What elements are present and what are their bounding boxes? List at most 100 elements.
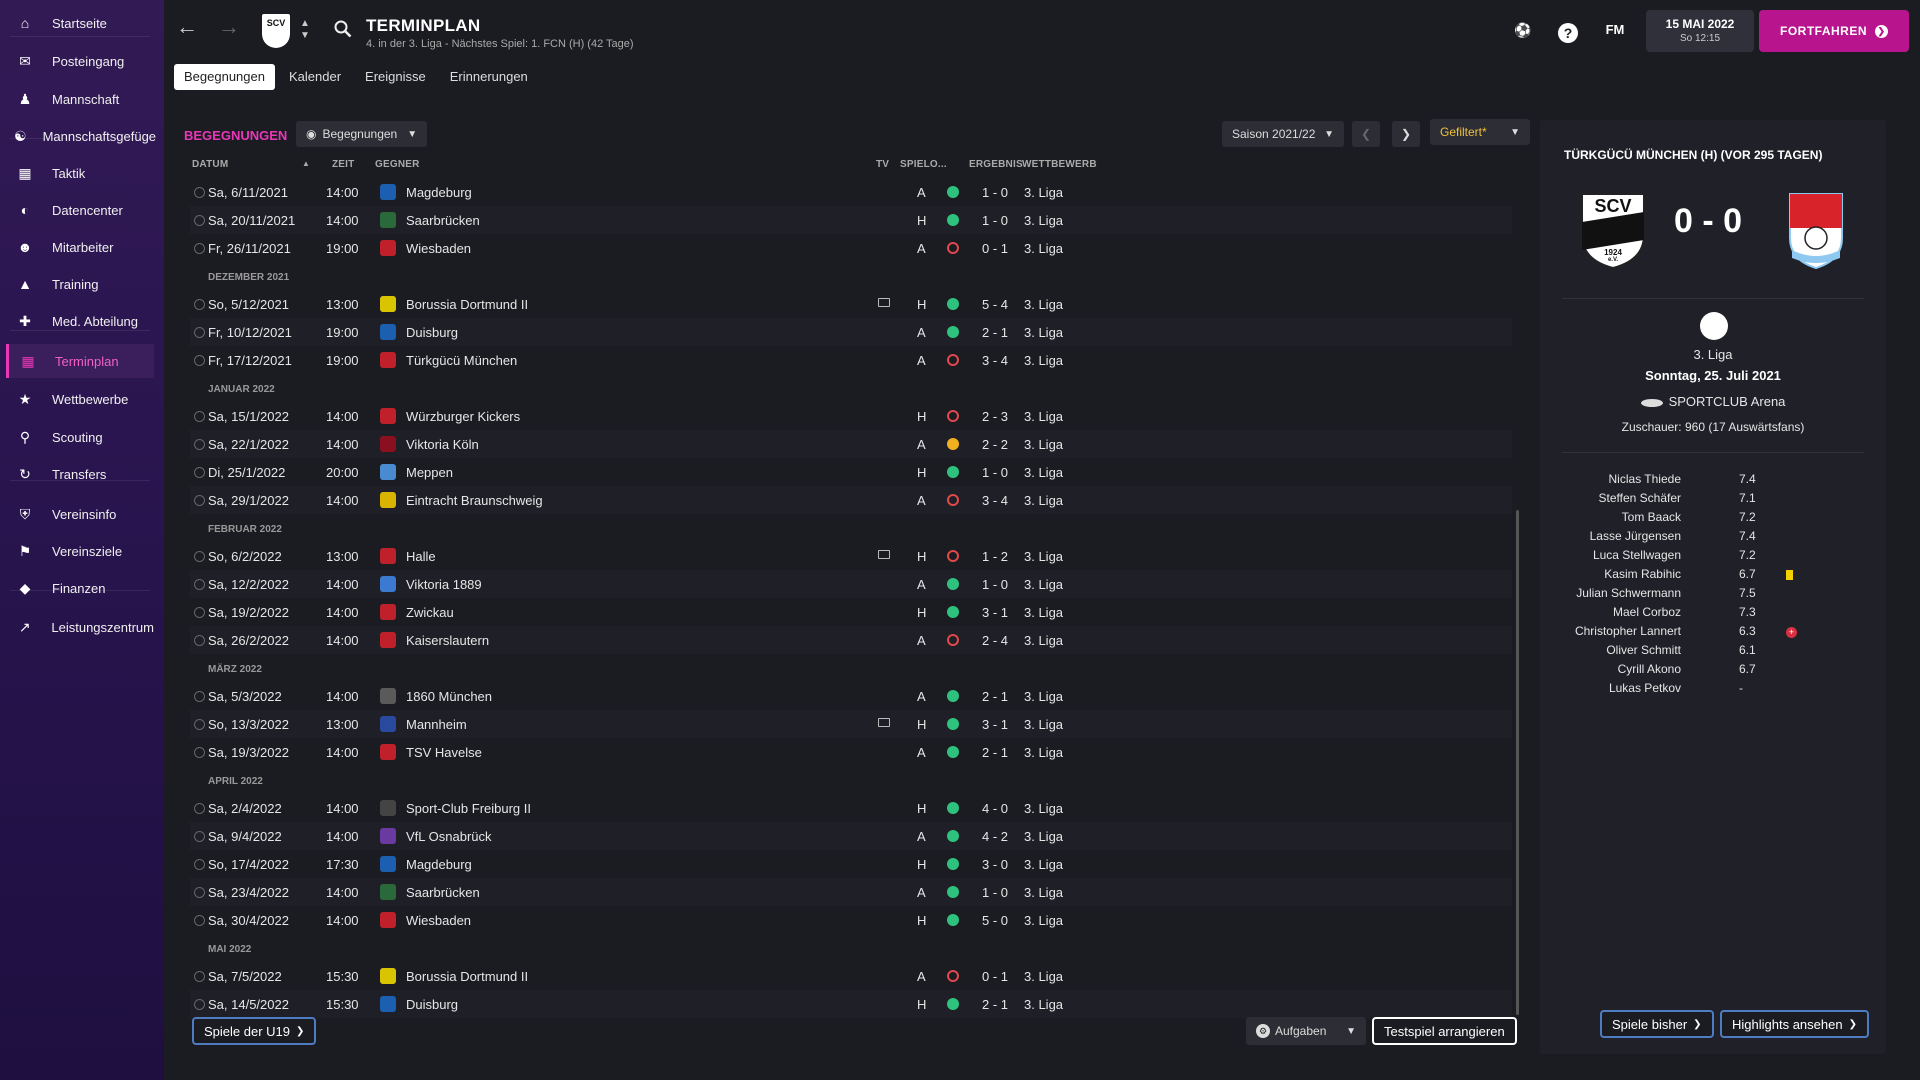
fixture-score[interactable]: 2 - 1 [982,745,1008,760]
fixture-row[interactable]: Sa, 7/5/2022 15:30 Borussia Dortmund II A 0 … [190,962,1512,990]
player-name[interactable]: Tom Baack [1622,510,1681,524]
fixture-row[interactable]: Sa, 15/1/2022 14:00 Würzburger Kickers H 2 -… [190,402,1512,430]
fixture-competition[interactable]: 3. Liga [1024,969,1063,984]
fixture-row[interactable]: Sa, 29/1/2022 14:00 Eintracht Braunschweig… [190,486,1512,514]
player-name[interactable]: Mael Corboz [1613,605,1681,619]
sidebar-item-wettbewerbe[interactable]: ★ Wettbewerbe [6,382,154,416]
fixture-opponent[interactable]: 1860 München [406,689,492,704]
fixture-score[interactable]: 2 - 2 [982,437,1008,452]
prev-season-button[interactable]: ❮ [1352,121,1380,147]
fixture-opponent[interactable]: VfL Osnabrück [406,829,492,844]
fixture-competition[interactable]: 3. Liga [1024,801,1063,816]
opponent-crest-icon[interactable] [380,744,396,760]
fixture-score[interactable]: 1 - 0 [982,213,1008,228]
fixture-checkbox[interactable] [194,411,205,422]
fixture-opponent[interactable]: Wiesbaden [406,913,471,928]
fixture-score[interactable]: 1 - 2 [982,549,1008,564]
player-name[interactable]: Julian Schwermann [1576,586,1681,600]
player-name[interactable]: Steffen Schäfer [1599,491,1682,505]
col-time[interactable]: ZEIT [332,159,354,170]
fixture-checkbox[interactable] [194,495,205,506]
col-date[interactable]: DATUM [192,159,228,170]
view-dropdown[interactable]: ◉ Begegnungen ▼ [296,121,428,147]
fixture-competition[interactable]: 3. Liga [1024,241,1063,256]
sidebar-item-vereinsinfo[interactable]: ⛨ Vereinsinfo [6,497,154,531]
fixture-competition[interactable]: 3. Liga [1024,885,1063,900]
sidebar-item-posteingang[interactable]: ✉ Posteingang [6,44,154,78]
player-name[interactable]: Kasim Rabihic [1604,567,1681,581]
fixture-competition[interactable]: 3. Liga [1024,353,1063,368]
fixture-competition[interactable]: 3. Liga [1024,857,1063,872]
col-tv[interactable]: TV [876,159,889,170]
chevron-updown-icon[interactable]: ▲ ▼ [300,18,310,42]
fixture-row[interactable]: Sa, 20/11/2021 14:00 Saarbrücken H 1 - 0 3. L… [190,206,1512,234]
fixture-row[interactable]: Sa, 12/2/2022 14:00 Viktoria 1889 A 1 - 0 3. … [190,570,1512,598]
fixture-competition[interactable]: 3. Liga [1024,913,1063,928]
fixture-opponent[interactable]: Viktoria 1889 [406,577,482,592]
season-dropdown[interactable]: Saison 2021/22 ▼ [1222,121,1344,147]
fixture-opponent[interactable]: Magdeburg [406,857,472,872]
fixture-row[interactable]: Sa, 9/4/2022 14:00 VfL Osnabrück A 4 - 2 3. L… [190,822,1512,850]
fixture-checkbox[interactable] [194,187,205,198]
fixture-row[interactable]: Fr, 17/12/2021 19:00 Türkgücü München A 3 - … [190,346,1512,374]
fixture-opponent[interactable]: Würzburger Kickers [406,409,520,424]
fixture-competition[interactable]: 3. Liga [1024,549,1063,564]
opponent-crest-icon[interactable] [380,912,396,928]
fixture-row[interactable]: Sa, 6/11/2021 14:00 Magdeburg A 1 - 0 3. Liga [190,178,1512,206]
fixture-row[interactable]: Sa, 22/1/2022 14:00 Viktoria Köln A 2 - 2 3. … [190,430,1512,458]
fixture-opponent[interactable]: Saarbrücken [406,885,480,900]
fixture-opponent[interactable]: Duisburg [406,325,458,340]
watch-highlights-button[interactable]: Highlights ansehen ❯ [1720,1010,1869,1038]
player-name[interactable]: Luca Stellwagen [1593,548,1681,562]
fixture-score[interactable]: 1 - 0 [982,577,1008,592]
col-result[interactable]: ERGEBNIS [969,159,1023,170]
fixture-competition[interactable]: 3. Liga [1024,997,1063,1012]
fixture-row[interactable]: Sa, 2/4/2022 14:00 Sport-Club Freiburg II H… [190,794,1512,822]
fixture-competition[interactable]: 3. Liga [1024,493,1063,508]
fixture-opponent[interactable]: Sport-Club Freiburg II [406,801,531,816]
fixture-competition[interactable]: 3. Liga [1024,633,1063,648]
fixture-row[interactable]: Sa, 5/3/2022 14:00 1860 München A 2 - 1 3. Li… [190,682,1512,710]
fixture-row[interactable]: Sa, 19/2/2022 14:00 Zwickau H 3 - 1 3. Liga [190,598,1512,626]
fixture-opponent[interactable]: Borussia Dortmund II [406,969,528,984]
sidebar-item-scouting[interactable]: ⚲ Scouting [6,420,154,454]
fixture-score[interactable]: 4 - 2 [982,829,1008,844]
fixture-checkbox[interactable] [194,859,205,870]
opponent-crest-icon[interactable] [380,716,396,732]
fixture-competition[interactable]: 3. Liga [1024,829,1063,844]
ball-icon[interactable]: ⚽ [1512,22,1534,44]
fixture-checkbox[interactable] [194,691,205,702]
sidebar-item-finanzen[interactable]: ◆ Finanzen [6,571,154,605]
fixture-row[interactable]: So, 13/3/2022 13:00 Mannheim H 3 - 1 3. Liga [190,710,1512,738]
fixture-score[interactable]: 5 - 0 [982,913,1008,928]
fixture-checkbox[interactable] [194,831,205,842]
fixture-score[interactable]: 2 - 4 [982,633,1008,648]
col-venue[interactable]: SPIELO... [900,159,947,170]
opponent-crest-icon[interactable] [380,576,396,592]
player-name[interactable]: Cyrill Akono [1618,662,1681,676]
tab-kalender[interactable]: Kalender [279,64,351,90]
opponent-crest-icon[interactable] [380,184,396,200]
fixture-score[interactable]: 5 - 4 [982,297,1008,312]
tasks-dropdown[interactable]: ⚙ Aufgaben ▼ [1246,1017,1366,1045]
opponent-crest-icon[interactable] [380,996,396,1012]
opponent-crest-icon[interactable] [380,240,396,256]
fixture-opponent[interactable]: Halle [406,549,436,564]
fixture-checkbox[interactable] [194,719,205,730]
fixture-opponent[interactable]: TSV Havelse [406,745,482,760]
filter-dropdown[interactable]: Gefiltert* ▼ [1430,119,1530,145]
fixture-score[interactable]: 2 - 1 [982,689,1008,704]
fixture-competition[interactable]: 3. Liga [1024,297,1063,312]
fixture-score[interactable]: 1 - 0 [982,465,1008,480]
player-name[interactable]: Niclas Thiede [1609,472,1681,486]
back-arrow-icon[interactable]: ← [176,16,198,38]
player-name[interactable]: Oliver Schmitt [1606,643,1681,657]
fixture-competition[interactable]: 3. Liga [1024,745,1063,760]
fixture-row[interactable]: So, 5/12/2021 13:00 Borussia Dortmund II H 5… [190,290,1512,318]
fixture-checkbox[interactable] [194,327,205,338]
fixture-checkbox[interactable] [194,215,205,226]
fixture-opponent[interactable]: Kaiserslautern [406,633,489,648]
fixture-opponent[interactable]: Mannheim [406,717,467,732]
tab-begegnungen[interactable]: Begegnungen [174,64,275,90]
sort-asc-icon[interactable]: ▲ [302,159,310,168]
